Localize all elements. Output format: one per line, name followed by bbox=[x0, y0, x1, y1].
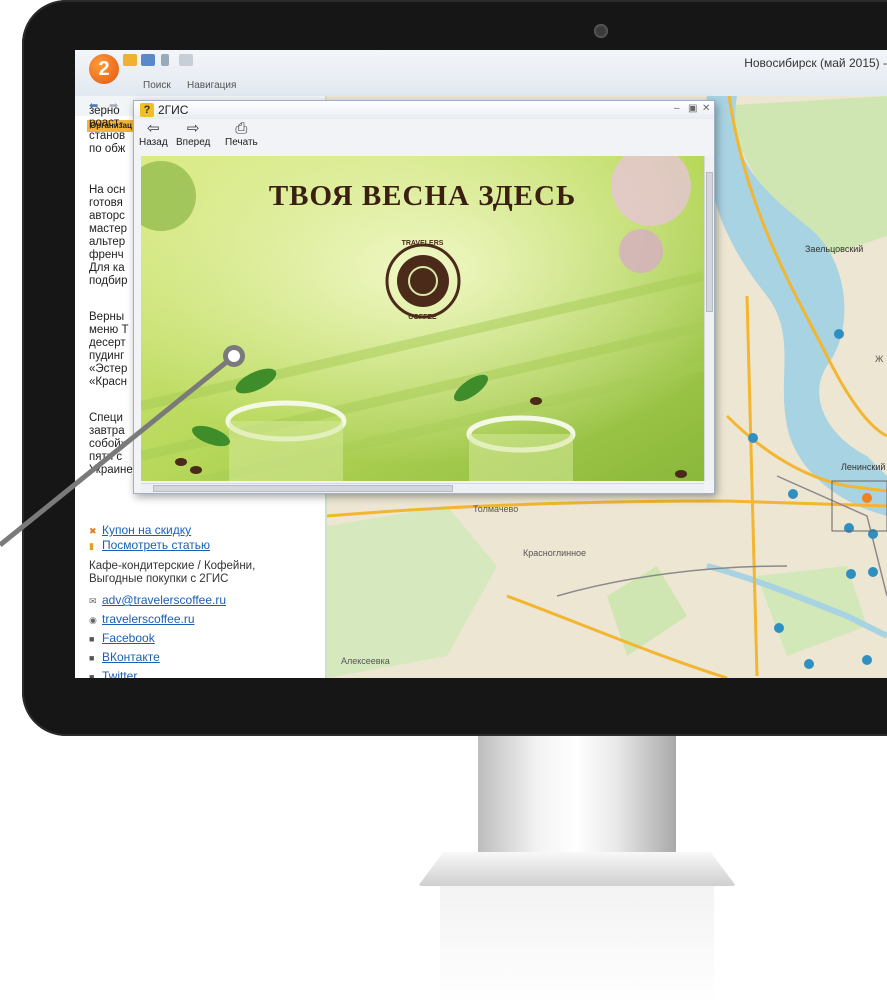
scroll-thumb[interactable] bbox=[153, 485, 453, 492]
stand-reflection bbox=[440, 886, 714, 1006]
screen: 2 Новосибирск (май 2015) - Поиск Навигац… bbox=[75, 50, 887, 678]
banner-content[interactable]: ТВОЯ ВЕСНА ЗДЕСЬ TRAVELERS COFFEE bbox=[141, 156, 704, 481]
vk-link[interactable]: ■ ВКонтакте bbox=[89, 650, 160, 665]
district-label: Заельцовский bbox=[805, 244, 864, 254]
description-line: роаст- bbox=[89, 117, 124, 129]
description-line: готовя bbox=[89, 197, 123, 209]
description-line: «Эстер bbox=[89, 363, 128, 375]
ribbon-tab-search[interactable]: Поиск bbox=[143, 80, 171, 91]
place-label: Красноглинное bbox=[523, 548, 587, 558]
banner-headline: ТВОЯ ВЕСНА ЗДЕСЬ bbox=[268, 180, 577, 212]
dialog-titlebar[interactable]: ? 2ГИС – ▣ ✕ bbox=[134, 101, 714, 119]
description-line: френч bbox=[89, 249, 124, 261]
maximize-icon[interactable]: ▣ bbox=[688, 103, 697, 114]
coupon-link[interactable]: ✖ Купон на скидку bbox=[89, 523, 191, 538]
monitor-stand bbox=[478, 736, 676, 856]
back-button[interactable]: ⇦ Назад bbox=[139, 120, 168, 149]
category-line: Выгодные покупки с 2ГИС bbox=[89, 573, 229, 585]
description-line: пяти с bbox=[89, 451, 123, 463]
district-label: Ленинский bbox=[841, 462, 886, 472]
scroll-thumb[interactable] bbox=[706, 172, 713, 312]
facebook-icon: ■ bbox=[89, 634, 95, 644]
help-icon: ? bbox=[140, 103, 154, 117]
dialog-title: 2ГИС bbox=[158, 103, 189, 117]
description-line: На осн bbox=[89, 184, 126, 196]
description-line: авторс bbox=[89, 210, 125, 222]
description-line: завтра bbox=[89, 425, 125, 437]
globe-icon: ◉ bbox=[89, 615, 97, 625]
description-line: Верны bbox=[89, 311, 125, 323]
website-link[interactable]: ◉ travelerscoffee.ru bbox=[89, 612, 195, 627]
advertisement-dialog: ? 2ГИС – ▣ ✕ ⇦ Назад ⇨ Вперед ⎙ Печать Т… bbox=[133, 100, 715, 494]
brand-logo-bottom: COFFEE bbox=[408, 314, 437, 321]
description-line: Специ bbox=[89, 412, 123, 424]
print-button[interactable]: ⎙ Печать bbox=[225, 120, 258, 149]
coupon-icon: ✖ bbox=[89, 526, 97, 536]
facebook-link[interactable]: ■ Facebook bbox=[89, 631, 155, 646]
vertical-scrollbar[interactable] bbox=[704, 156, 714, 481]
place-label: Ж bbox=[875, 354, 884, 364]
vk-icon: ■ bbox=[89, 653, 95, 663]
description-line: «Красн bbox=[89, 376, 127, 388]
close-icon[interactable]: ✕ bbox=[702, 103, 710, 114]
dropdown-icon[interactable] bbox=[161, 54, 169, 66]
article-link[interactable]: ▮ Посмотреть статью bbox=[89, 538, 210, 553]
monitor-base bbox=[418, 852, 736, 886]
horizontal-scrollbar[interactable] bbox=[141, 483, 704, 493]
mail-icon: ✉ bbox=[89, 596, 97, 606]
place-label: Алексеевка bbox=[341, 656, 390, 666]
twitter-link[interactable]: ■ Twitter bbox=[89, 669, 137, 678]
article-icon: ▮ bbox=[89, 541, 94, 551]
description-line: Для ка bbox=[89, 262, 125, 274]
description-line: станов bbox=[89, 130, 126, 142]
category-line: Кафе-кондитерские / Кофейни, bbox=[89, 560, 256, 572]
undo-icon[interactable] bbox=[179, 54, 193, 66]
printer-icon: ⎙ bbox=[235, 120, 248, 137]
description-line: десерт bbox=[89, 337, 126, 349]
description-line: по обж bbox=[89, 143, 126, 155]
forward-button[interactable]: ⇨ Вперед bbox=[176, 120, 210, 149]
description-line: меню Т bbox=[89, 324, 129, 336]
camera-icon bbox=[594, 24, 608, 38]
place-label: Толмачево bbox=[473, 504, 519, 514]
twitter-icon: ■ bbox=[89, 672, 95, 678]
email-link[interactable]: ✉ adv@travelerscoffee.ru bbox=[89, 593, 226, 608]
window-title: Новосибирск (май 2015) - bbox=[744, 56, 887, 70]
open-icon[interactable] bbox=[123, 54, 137, 66]
description-line: пудинг bbox=[89, 350, 125, 362]
brand-logo-top: TRAVELERS bbox=[401, 240, 444, 247]
forward-arrow-icon: ⇨ bbox=[186, 120, 200, 137]
description-line: подбир bbox=[89, 275, 128, 287]
back-arrow-icon: ⇦ bbox=[147, 120, 160, 137]
description-line: мастер bbox=[89, 223, 127, 235]
save-icon[interactable] bbox=[141, 54, 155, 66]
ribbon-tab-navigation[interactable]: Навигация bbox=[187, 80, 236, 91]
minimize-icon[interactable]: – bbox=[674, 103, 680, 114]
description-line: собой» bbox=[89, 438, 128, 450]
app-titlebar: 2 Новосибирск (май 2015) - Поиск Навигац… bbox=[75, 50, 887, 97]
description-line: альтер bbox=[89, 236, 126, 248]
app-logo[interactable]: 2 bbox=[89, 54, 119, 84]
